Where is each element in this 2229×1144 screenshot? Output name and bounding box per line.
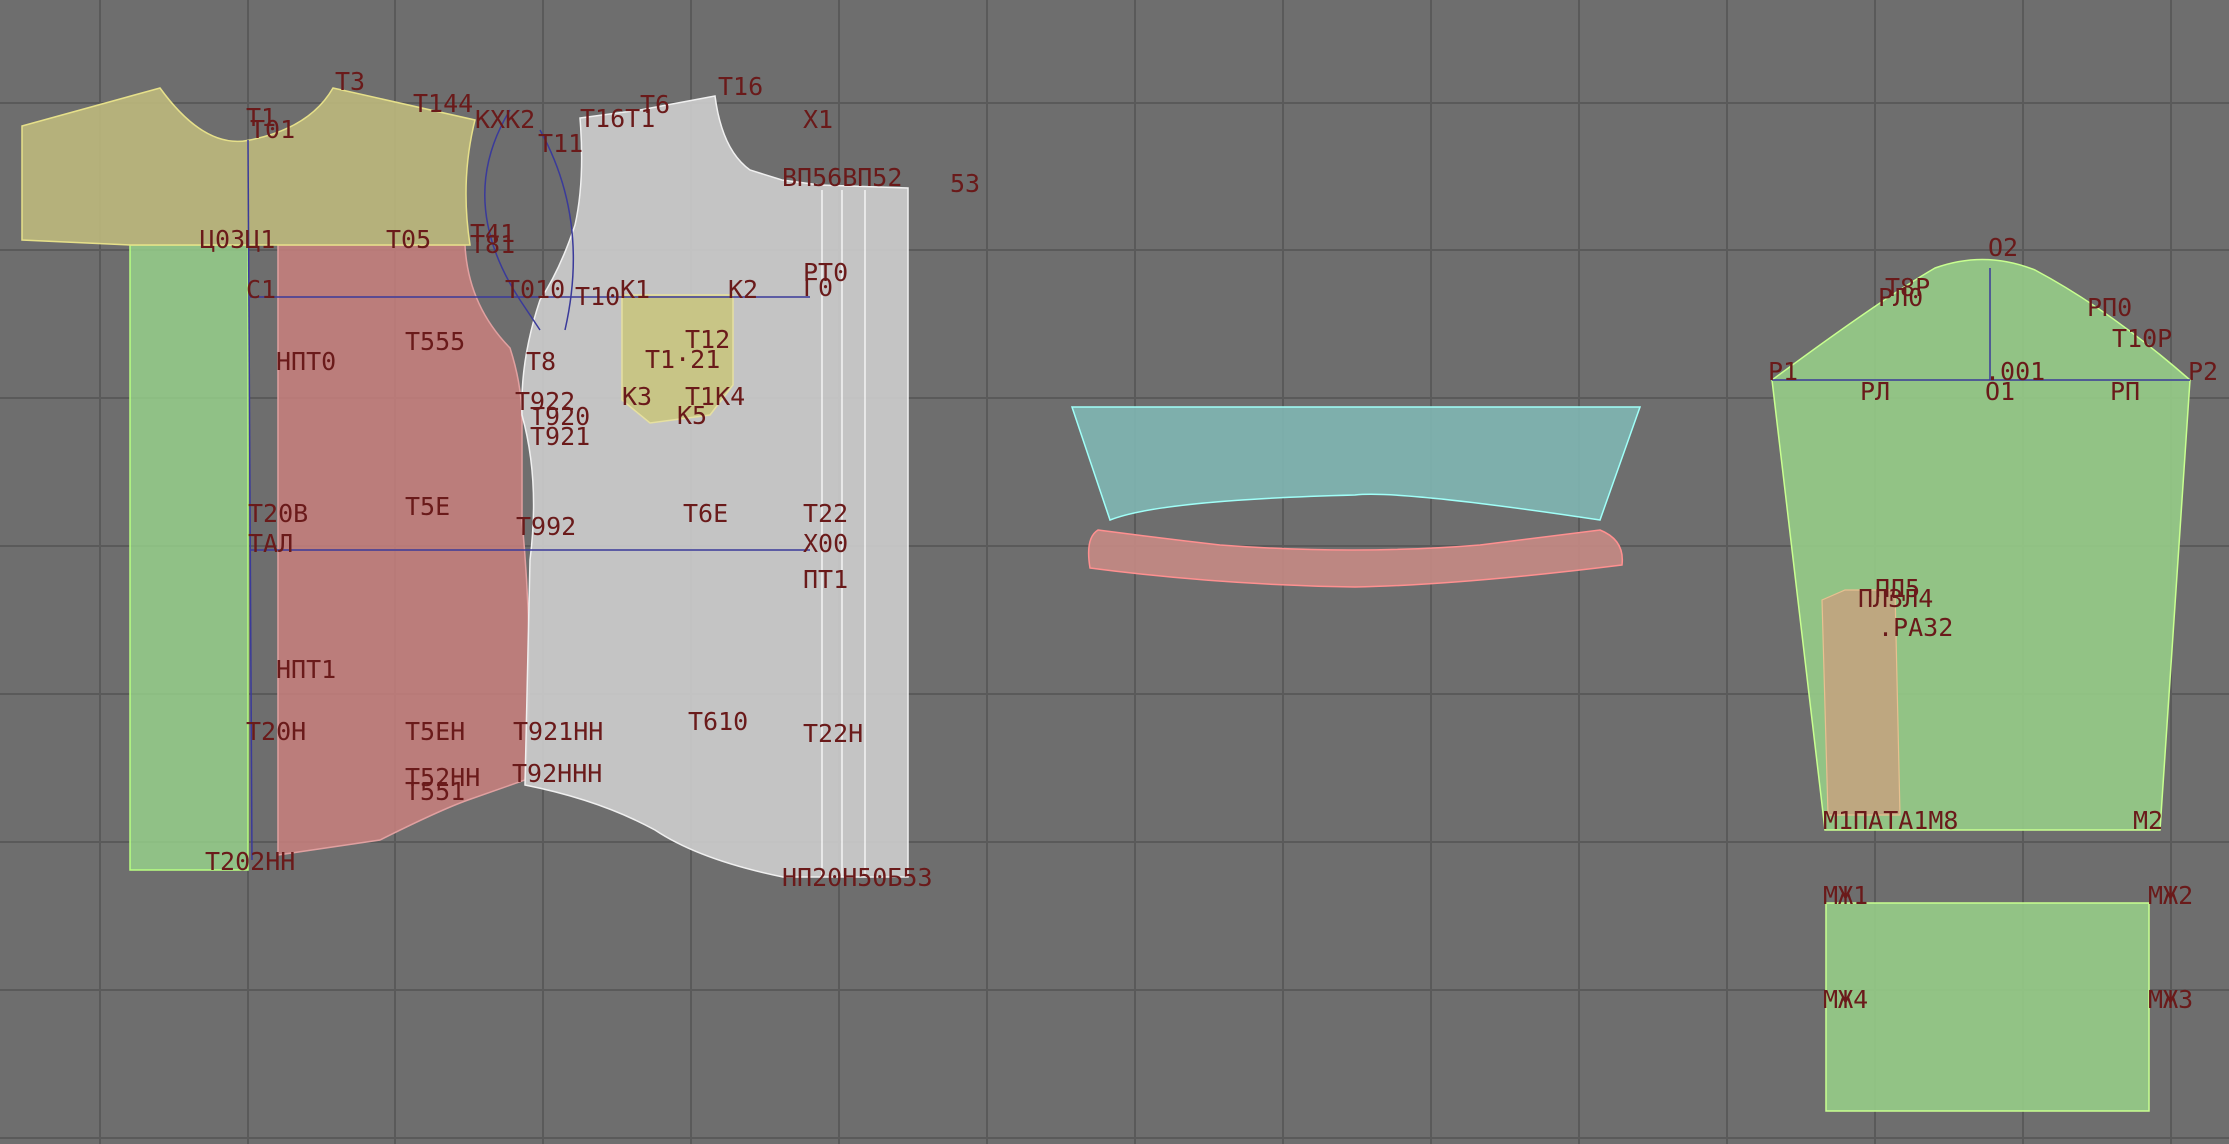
label-o2: O2 bbox=[1988, 233, 2018, 262]
label-t992: T992 bbox=[516, 512, 576, 541]
label-x00: X00 bbox=[803, 529, 848, 558]
label-k1: K1 bbox=[620, 275, 650, 304]
label-m2: M2 bbox=[2133, 806, 2163, 835]
label-t6: T6 bbox=[640, 90, 670, 119]
label-c03: Ц03Ц1 bbox=[200, 225, 275, 254]
label-m1: M1ПАТА1М8 bbox=[1823, 806, 1958, 835]
label-t92nn: T92HHH bbox=[512, 759, 602, 788]
label-t10r: T10P bbox=[2112, 324, 2172, 353]
label-rp: РП bbox=[2110, 377, 2140, 406]
label-t3: T3 bbox=[335, 67, 365, 96]
label-t5e: T5E bbox=[405, 492, 450, 521]
label-c1: C1 bbox=[246, 275, 276, 304]
pattern-piece-collar-band[interactable] bbox=[1087, 529, 1624, 588]
label-pt1: ПТ1 bbox=[803, 565, 848, 594]
label-t555: T555 bbox=[405, 327, 465, 356]
label-t01: T01 bbox=[250, 115, 295, 144]
label-t22: T22 bbox=[803, 499, 848, 528]
pattern-piece-collar-stand[interactable] bbox=[1070, 406, 1642, 521]
label-k2: K2 bbox=[728, 275, 758, 304]
label-mj2: MЖ2 bbox=[2148, 881, 2193, 910]
label-t121: T1·21 bbox=[645, 345, 720, 374]
label-npt0: НПТ0 bbox=[276, 347, 336, 376]
label-t05: T05 bbox=[386, 225, 431, 254]
label-x1: X1 bbox=[803, 105, 833, 134]
label-t921: T921 bbox=[530, 422, 590, 451]
label-npt1: НПТ1 bbox=[276, 655, 336, 684]
label-t6e: T6E bbox=[683, 499, 728, 528]
label-k5: K5 bbox=[677, 401, 707, 430]
label-t202nn: T202HH bbox=[205, 847, 295, 876]
label-g0: Г0 bbox=[803, 273, 833, 302]
pattern-canvas[interactable]: T3 T1 T01 T144 KXK2 T16T1 T6 T16 X1 T11 … bbox=[0, 0, 2229, 1144]
label-np: НП20Н50Б53 bbox=[782, 863, 933, 892]
label-r10: РЛ0 bbox=[1878, 283, 1923, 312]
pattern-piece-cuff[interactable] bbox=[1825, 902, 2150, 1112]
label-t10: T10 bbox=[575, 282, 620, 311]
label-t81: T81 bbox=[470, 230, 515, 259]
label-rl: РЛ bbox=[1860, 377, 1890, 406]
label-t11: T11 bbox=[538, 129, 583, 158]
label-t20n: T20H bbox=[246, 717, 306, 746]
label-mj3: MЖ3 bbox=[2148, 985, 2193, 1014]
label-tal: TAЛ bbox=[248, 529, 293, 558]
label-t20v: T20B bbox=[248, 499, 308, 528]
label-mj1: MЖ1 bbox=[1823, 881, 1868, 910]
label-vp: ВП56ВП52 bbox=[782, 163, 902, 192]
label-r2: P2 bbox=[2188, 357, 2218, 386]
label-t610: T610 bbox=[688, 707, 748, 736]
label-t8: T8 bbox=[526, 347, 556, 376]
label-ppl4: ПЛЗЛ4 bbox=[1858, 584, 1933, 613]
label-rp0: РП0 bbox=[2087, 293, 2132, 322]
pattern-piece-back[interactable] bbox=[129, 244, 249, 871]
label-t921n: T921HH bbox=[513, 717, 603, 746]
label-mj4: MЖ4 bbox=[1823, 985, 1868, 1014]
label-t551: T551 bbox=[405, 777, 465, 806]
label-t44: T144 bbox=[413, 89, 473, 118]
label-t010: T010 bbox=[505, 275, 565, 304]
label-o1: O1 bbox=[1985, 377, 2015, 406]
label-t5en: T5EH bbox=[405, 717, 465, 746]
label-t16: T16 bbox=[718, 72, 763, 101]
label-t22n: T22H bbox=[803, 719, 863, 748]
label-k3: K3 bbox=[622, 382, 652, 411]
label-r1: P1 bbox=[1768, 357, 1798, 386]
label-vp53: 53 bbox=[950, 169, 980, 198]
label-kk2: KXK2 bbox=[475, 105, 535, 134]
label-ra32: .РА32 bbox=[1878, 613, 1953, 642]
